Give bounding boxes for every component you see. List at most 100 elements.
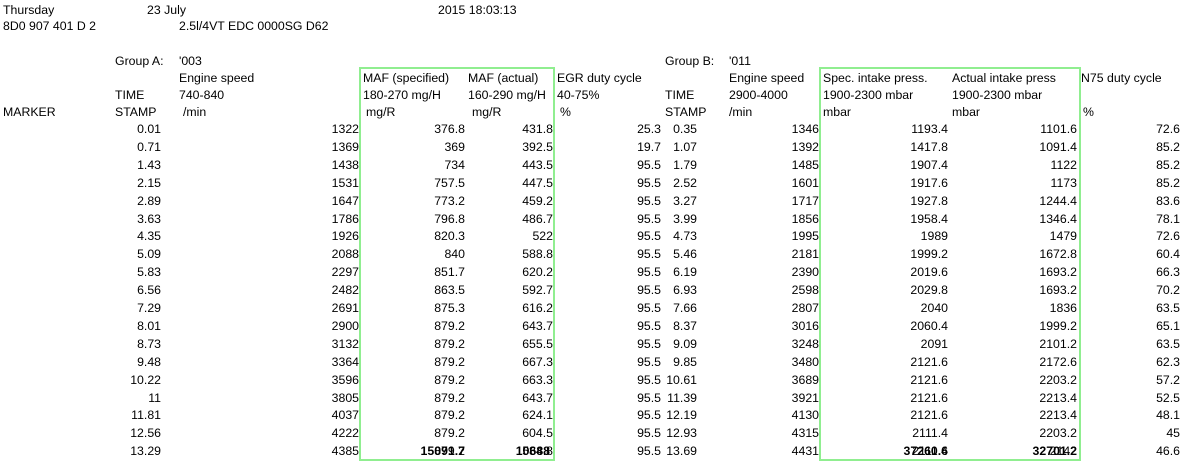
time-a-cell: 11.81 — [131, 408, 161, 422]
group-a-label: Group A: — [115, 54, 164, 68]
spec-press-cell: 1958.4 — [910, 212, 948, 226]
maf-act-range: 160-290 mg/H — [468, 88, 546, 102]
time-b-cell: 3.99 — [673, 212, 697, 226]
act-press-cell: 2213.4 — [1039, 408, 1077, 422]
time-a-cell: 5.09 — [137, 247, 161, 261]
spec-press-cell: 2040 — [920, 301, 948, 315]
time-a-cell: 12.56 — [130, 426, 161, 440]
spec-press-cell: 2121.6 — [910, 408, 948, 422]
speed-a-cell: 1647 — [331, 194, 359, 208]
speed-a-cell: 2297 — [331, 265, 359, 279]
time-a-cell: 6.56 — [137, 283, 161, 297]
marker-header: MARKER — [3, 105, 56, 119]
time-a-cell: 2.15 — [137, 176, 161, 190]
egr-range: 40-75% — [557, 88, 600, 102]
speed-a-cell: 2088 — [331, 247, 359, 261]
speed-b-cell: 3016 — [791, 319, 819, 333]
maf-act-cell: 592.7 — [522, 283, 553, 297]
maf-act-cell: 486.7 — [522, 212, 553, 226]
spec-press-cell: 2121.6 — [910, 355, 948, 369]
act-press-cell: 2213.4 — [1039, 391, 1077, 405]
maf-spec-cell: 879.2 — [434, 426, 465, 440]
group-b-time-header: TIME — [665, 88, 695, 102]
maf-spec-unit: mg/R — [366, 105, 396, 119]
maf-act-cell: 447.5 — [522, 176, 553, 190]
n75-cell: 70.2 — [1156, 283, 1180, 297]
time-a-cell: 3.63 — [137, 212, 161, 226]
time-a-cell: 13.29 — [130, 444, 161, 458]
time-a-cell: 9.48 — [137, 355, 161, 369]
time-b-cell: 8.37 — [673, 319, 697, 333]
n75-cell: 85.2 — [1156, 176, 1180, 190]
speed-b-cell: 2390 — [791, 265, 819, 279]
act-press-cell: 2203.2 — [1039, 373, 1077, 387]
date-label: 23 July — [147, 3, 186, 17]
spec-press-unit: mbar — [823, 105, 852, 119]
group-a-stamp-header: STAMP — [115, 105, 157, 119]
speed-b-cell: 3480 — [791, 355, 819, 369]
n75-cell: 72.6 — [1156, 229, 1180, 243]
spec-press-cell: 2121.6 — [910, 391, 948, 405]
time-a-cell: 1.43 — [137, 158, 161, 172]
maf-spec-cell: 879.2 — [434, 355, 465, 369]
maf-act-cell: 392.5 — [522, 140, 553, 154]
maf-act-cell: 522 — [532, 229, 553, 243]
total-maf-spec: 15091.7 — [420, 444, 465, 458]
maf-spec-cell: 796.8 — [434, 212, 465, 226]
speed-a-cell: 3596 — [331, 373, 359, 387]
speed-a-cell: 2482 — [331, 283, 359, 297]
total-maf-act: 10688 — [515, 444, 550, 458]
time-b-cell: 12.19 — [666, 408, 697, 422]
group-a-speed-unit: /min — [183, 105, 207, 119]
maf-act-cell: 604.5 — [522, 426, 553, 440]
egr-unit: % — [560, 105, 571, 119]
maf-spec-range: 180-270 mg/H — [363, 88, 441, 102]
n75-cell: 85.2 — [1156, 158, 1180, 172]
maf-spec-cell: 773.2 — [434, 194, 465, 208]
time-b-cell: 3.27 — [673, 194, 697, 208]
maf-spec-cell: 851.7 — [434, 265, 465, 279]
time-b-cell: 12.93 — [666, 426, 697, 440]
act-press-cell: 1693.2 — [1039, 265, 1077, 279]
act-press-cell: 1244.4 — [1039, 194, 1077, 208]
spec-press-cell: 1999.2 — [910, 247, 948, 261]
time-a-cell: 10.22 — [130, 373, 161, 387]
time-b-cell: 6.19 — [673, 265, 697, 279]
time-b-cell: 11.39 — [667, 391, 697, 405]
spec-press-cell: 1917.6 — [910, 176, 948, 190]
act-press-cell: 1693.2 — [1039, 283, 1077, 297]
time-b-cell: 4.73 — [673, 229, 697, 243]
time-a-cell: 4.35 — [137, 229, 161, 243]
speed-a-cell: 1322 — [331, 122, 359, 136]
act-press-cell: 1479 — [1049, 229, 1077, 243]
act-press-cell: 1346.4 — [1039, 212, 1077, 226]
group-a-id: '003 — [179, 54, 202, 68]
part-number: 8D0 907 401 D 2 — [3, 19, 96, 33]
speed-a-cell: 3364 — [331, 355, 359, 369]
act-press-cell: 1091.4 — [1039, 140, 1077, 154]
maf-spec-cell: 863.5 — [434, 283, 465, 297]
n75-cell: 46.6 — [1156, 444, 1180, 458]
maf-act-cell: 616.2 — [522, 301, 553, 315]
time-b-cell: 9.09 — [673, 337, 697, 351]
maf-spec-cell: 734 — [444, 158, 465, 172]
n75-unit: % — [1083, 105, 1094, 119]
n75-header: N75 duty cycle — [1081, 71, 1162, 85]
spec-press-cell: 2091 — [920, 337, 948, 351]
total-spec-press: 37260.6 — [903, 444, 948, 458]
group-b-speed-header: Engine speed — [729, 71, 805, 85]
day-label: Thursday — [3, 3, 55, 17]
datetime-label: 2015 18:03:13 — [438, 3, 517, 17]
group-a-time-header: TIME — [115, 88, 145, 102]
n75-cell: 57.2 — [1156, 373, 1180, 387]
speed-b-cell: 4315 — [791, 426, 819, 440]
time-a-cell: 5.83 — [137, 265, 161, 279]
spec-press-cell: 1193.4 — [911, 122, 948, 136]
time-a-cell: 0.01 — [137, 122, 161, 136]
group-b-id: '011 — [729, 54, 751, 68]
maf-act-cell: 643.7 — [522, 319, 553, 333]
maf-act-cell: 459.2 — [522, 194, 553, 208]
speed-b-cell: 1717 — [791, 194, 819, 208]
group-b-speed-range: 2900-4000 — [729, 88, 788, 102]
n75-cell: 45 — [1166, 426, 1180, 440]
